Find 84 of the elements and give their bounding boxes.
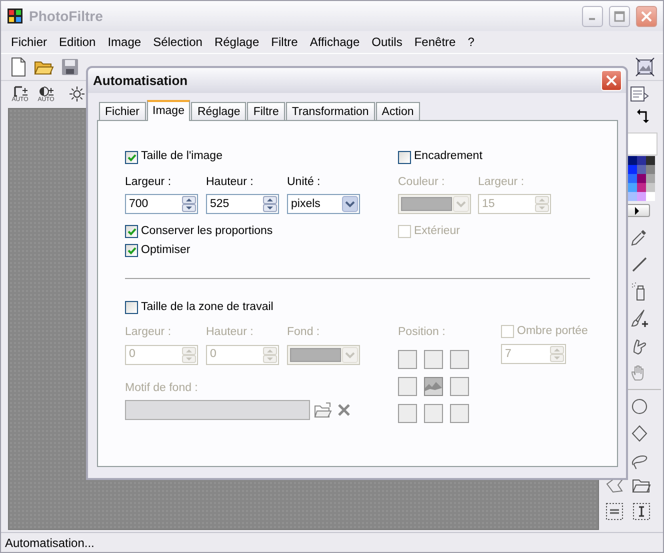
position-cell[interactable] bbox=[450, 350, 469, 368]
contrast-icon[interactable] bbox=[38, 84, 54, 96]
fit-image-icon[interactable] bbox=[635, 57, 655, 77]
minimize-button[interactable] bbox=[582, 6, 603, 26]
close-icon[interactable] bbox=[641, 10, 652, 22]
maximize-button[interactable] bbox=[609, 6, 630, 26]
checkbox-label: Ombre portée bbox=[517, 324, 588, 339]
menu-item[interactable]: Outils bbox=[366, 33, 408, 51]
selection-text-icon[interactable] bbox=[632, 502, 651, 521]
position-cell[interactable] bbox=[398, 350, 417, 368]
field-label: Hauteur : bbox=[206, 175, 254, 190]
line-icon[interactable] bbox=[630, 255, 649, 274]
status-text: Automatisation... bbox=[5, 534, 94, 552]
gamma-icon[interactable] bbox=[12, 84, 28, 96]
swap-colors-icon[interactable] bbox=[637, 108, 651, 124]
spin-buttons-icon[interactable] bbox=[182, 196, 196, 212]
menu-item[interactable]: ? bbox=[462, 33, 480, 51]
field-label: Largeur : bbox=[125, 175, 172, 190]
field-label: Unité : bbox=[287, 175, 322, 190]
tab[interactable]: Filtre bbox=[247, 102, 285, 120]
field-label: Hauteur : bbox=[206, 325, 254, 340]
pattern-field[interactable] bbox=[125, 400, 310, 420]
checkbox[interactable] bbox=[125, 300, 138, 314]
checkbox[interactable] bbox=[125, 150, 138, 164]
close-icon[interactable] bbox=[606, 75, 617, 86]
window-title: PhotoFiltre bbox=[29, 6, 103, 26]
tab[interactable]: Réglage bbox=[191, 102, 246, 120]
menu-item[interactable]: Edition bbox=[53, 33, 102, 51]
position-cell[interactable] bbox=[424, 350, 443, 368]
tab[interactable]: Transformation bbox=[286, 102, 375, 120]
checkbox-label: Taille de l'image bbox=[141, 149, 222, 164]
field-label: Position : bbox=[398, 326, 446, 338]
selection-equal-icon[interactable] bbox=[605, 502, 624, 521]
field-label: Largeur : bbox=[478, 175, 526, 190]
spin-box[interactable]: 700 bbox=[125, 194, 198, 214]
new-file-icon[interactable] bbox=[9, 57, 27, 77]
menu-item[interactable]: Fichier bbox=[5, 33, 54, 51]
number-field[interactable]: 700 bbox=[129, 196, 173, 213]
checkbox[interactable] bbox=[125, 224, 138, 238]
number-field[interactable]: 525 bbox=[210, 196, 254, 213]
unit-dropdown[interactable]: pixels bbox=[287, 194, 360, 214]
field-label: Largeur : bbox=[125, 325, 172, 340]
brightness-icon[interactable] bbox=[69, 86, 85, 102]
tab[interactable]: Fichier bbox=[99, 102, 146, 120]
menu-item[interactable]: Image bbox=[102, 33, 148, 51]
position-cell[interactable] bbox=[424, 376, 443, 396]
dialog-title: Automatisation bbox=[93, 72, 188, 90]
clear-icon[interactable] bbox=[336, 402, 352, 418]
spin-buttons-icon[interactable] bbox=[263, 196, 277, 212]
tab[interactable]: Image bbox=[146, 100, 190, 121]
menu-item[interactable]: Affichage bbox=[304, 33, 366, 51]
checkbox[interactable] bbox=[398, 150, 411, 164]
field-label: Fond : bbox=[287, 325, 321, 340]
close-button[interactable] bbox=[636, 6, 657, 26]
position-cell[interactable] bbox=[424, 404, 443, 422]
checkbox[interactable] bbox=[125, 244, 138, 257]
field-label: Couleur : bbox=[398, 175, 446, 190]
maximize-icon[interactable] bbox=[614, 10, 625, 22]
position-cell[interactable] bbox=[398, 404, 417, 422]
checkbox-label: Encadrement bbox=[414, 149, 482, 164]
spin-box[interactable]: 525 bbox=[206, 194, 279, 214]
position-cell[interactable] bbox=[450, 404, 469, 422]
color-dropdown[interactable] bbox=[398, 194, 471, 214]
checkbox-label: Taille de la zone de travail bbox=[141, 300, 274, 315]
menu-item[interactable]: Réglage bbox=[208, 33, 266, 51]
page-icon[interactable] bbox=[629, 84, 649, 102]
position-cell[interactable] bbox=[398, 376, 417, 396]
triangle-right-icon[interactable] bbox=[634, 206, 640, 214]
brush-icon[interactable] bbox=[630, 309, 649, 328]
menu-item[interactable]: Sélection bbox=[147, 33, 208, 51]
checkbox-label: Extérieur bbox=[414, 224, 460, 239]
diamond-icon[interactable] bbox=[630, 424, 649, 443]
menu-item[interactable]: Filtre bbox=[265, 33, 304, 51]
tab[interactable]: Action bbox=[376, 102, 420, 120]
checkbox-label: Conserver les proportions bbox=[141, 224, 273, 239]
app-logo-icon bbox=[7, 8, 23, 24]
color-dropdown[interactable] bbox=[287, 344, 360, 364]
menu-item[interactable]: Fenêtre bbox=[408, 33, 462, 51]
save-icon[interactable] bbox=[61, 58, 79, 76]
field-label: Motif de fond : bbox=[125, 380, 199, 396]
position-cell[interactable] bbox=[450, 376, 469, 396]
ellipse-icon[interactable] bbox=[630, 397, 649, 416]
checkbox-label: Optimiser bbox=[141, 242, 190, 258]
open-folder-icon[interactable] bbox=[314, 402, 332, 418]
